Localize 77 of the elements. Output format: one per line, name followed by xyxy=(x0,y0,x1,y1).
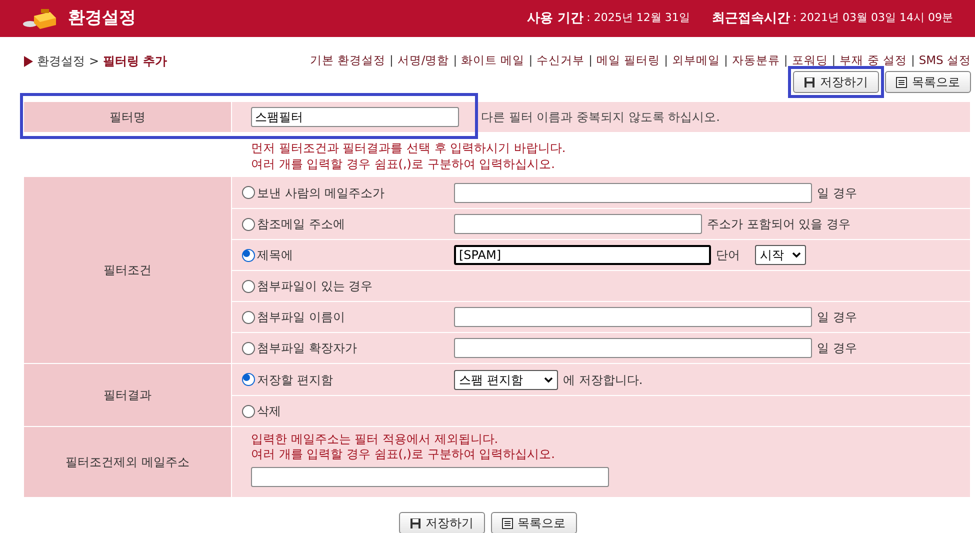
text-field[interactable]: [SPAM] xyxy=(454,245,711,265)
list-button[interactable]: 목록으로 xyxy=(490,512,576,533)
notice-text: 여러 개를 입력할 경우 쉼표(,)로 구분하여 입력하십시오. xyxy=(251,447,556,462)
list-button[interactable]: 목록으로 xyxy=(885,71,971,93)
period-value: : 2025년 12월 31일 xyxy=(586,10,690,26)
suffix-text: 주소가 포함되어 있을 경우 xyxy=(707,216,850,233)
toolbox-icon xyxy=(22,8,58,30)
breadcrumb-link[interactable]: 환경설정 xyxy=(37,52,85,70)
suffix-text: 일 경우 xyxy=(817,309,857,326)
nav-link[interactable]: 화이트 메일 xyxy=(461,52,525,70)
nav-separator: | xyxy=(784,52,788,70)
row-label: 필터명 xyxy=(24,102,232,132)
notice-text: 입력한 메일주소는 필터 적용에서 제외됩니다. xyxy=(251,432,500,447)
nav-separator: | xyxy=(389,52,394,70)
save-button[interactable]: 저장하기 xyxy=(793,71,879,93)
option-label[interactable]: 첨부파일 이름이 xyxy=(257,308,345,326)
nav-separator: | xyxy=(453,52,458,70)
list-icon xyxy=(502,518,512,528)
breadcrumb-separator: > xyxy=(89,53,100,70)
nav-link[interactable]: SMS 설정 xyxy=(918,52,971,70)
option-label[interactable]: 첨부파일 확장자가 xyxy=(257,339,357,357)
nav-separator: | xyxy=(910,52,915,70)
nav-link[interactable]: 외부메일 xyxy=(672,52,720,70)
notice-text: 먼저 필터조건과 필터결과를 선택 후 입력하시기 바랍니다. xyxy=(251,140,567,156)
notice-text: 여러 개를 입력할 경우 쉼표(,)로 구분하여 입력하십시오. xyxy=(251,156,556,172)
radio-button[interactable] xyxy=(242,373,255,386)
nav-separator: | xyxy=(664,52,668,70)
text-field[interactable] xyxy=(454,307,812,327)
nav-link[interactable]: 기본 환경설정 xyxy=(310,52,386,70)
option-label[interactable]: 첨부파일이 있는 경우 xyxy=(257,277,373,295)
row-label: 필터결과 xyxy=(24,364,232,426)
option-label[interactable]: 참조메일 주소에 xyxy=(257,215,345,233)
option-label[interactable]: 보낸 사람의 메일주소가 xyxy=(257,184,385,202)
nav-link[interactable]: 포워딩 xyxy=(792,52,828,70)
period-label: 사용 기간 xyxy=(527,10,584,28)
last-login-label: 최근접속시간 xyxy=(712,10,790,28)
hint-text: 다른 필터 이름과 중복되지 않도록 하십시오. xyxy=(481,109,720,126)
breadcrumb-current: 필터링 추가 xyxy=(103,53,168,70)
nav-link[interactable]: 메일 필터링 xyxy=(596,52,660,70)
suffix-text: 에 저장합니다. xyxy=(563,372,643,388)
radio-button[interactable] xyxy=(242,404,255,418)
option-label[interactable]: 저장할 편지함 xyxy=(257,370,333,388)
option-label[interactable]: 제목에 xyxy=(257,246,293,264)
nav-link[interactable]: 부재 중 설정 xyxy=(840,52,907,70)
nav-link[interactable]: 수신거부 xyxy=(536,52,585,70)
nav-separator: | xyxy=(528,52,533,70)
suffix-text: 일 경우 xyxy=(817,184,857,202)
radio-button[interactable] xyxy=(242,342,255,354)
app-title: 환경설정 xyxy=(68,6,136,30)
text-field[interactable] xyxy=(454,214,702,234)
suffix-text: 단어 xyxy=(716,247,740,264)
last-login-value: : 2021년 03월 03일 14시 09분 xyxy=(792,10,953,26)
radio-button[interactable] xyxy=(242,248,255,262)
list-icon xyxy=(896,76,907,88)
nav-link[interactable]: 자동분류 xyxy=(732,52,780,70)
dropdown[interactable]: 스팸 편지함 xyxy=(454,370,558,390)
radio-button[interactable] xyxy=(242,186,255,199)
nav-separator: | xyxy=(588,52,592,70)
save-button[interactable]: 저장하기 xyxy=(398,512,484,533)
text-field[interactable]: 스팸필터 xyxy=(251,107,459,127)
radio-button[interactable] xyxy=(242,218,255,230)
nav-link[interactable]: 서명/명함 xyxy=(397,52,450,70)
radio-button[interactable] xyxy=(242,280,255,292)
text-field[interactable] xyxy=(454,182,812,202)
text-field[interactable] xyxy=(454,338,812,358)
chevron-down-icon xyxy=(544,376,553,382)
nav-separator: | xyxy=(724,52,728,70)
nav-separator: | xyxy=(832,52,836,70)
text-field[interactable] xyxy=(251,467,609,487)
triangle-right-icon xyxy=(24,56,33,66)
row-label: 필터조건제외 메일주소 xyxy=(24,427,232,497)
row-label: 필터조건 xyxy=(24,177,232,363)
radio-button[interactable] xyxy=(242,310,255,324)
option-label[interactable]: 삭제 xyxy=(257,402,281,420)
suffix-text: 일 경우 xyxy=(817,340,857,357)
chevron-down-icon xyxy=(792,252,801,258)
dropdown[interactable]: 시작 xyxy=(755,245,806,265)
